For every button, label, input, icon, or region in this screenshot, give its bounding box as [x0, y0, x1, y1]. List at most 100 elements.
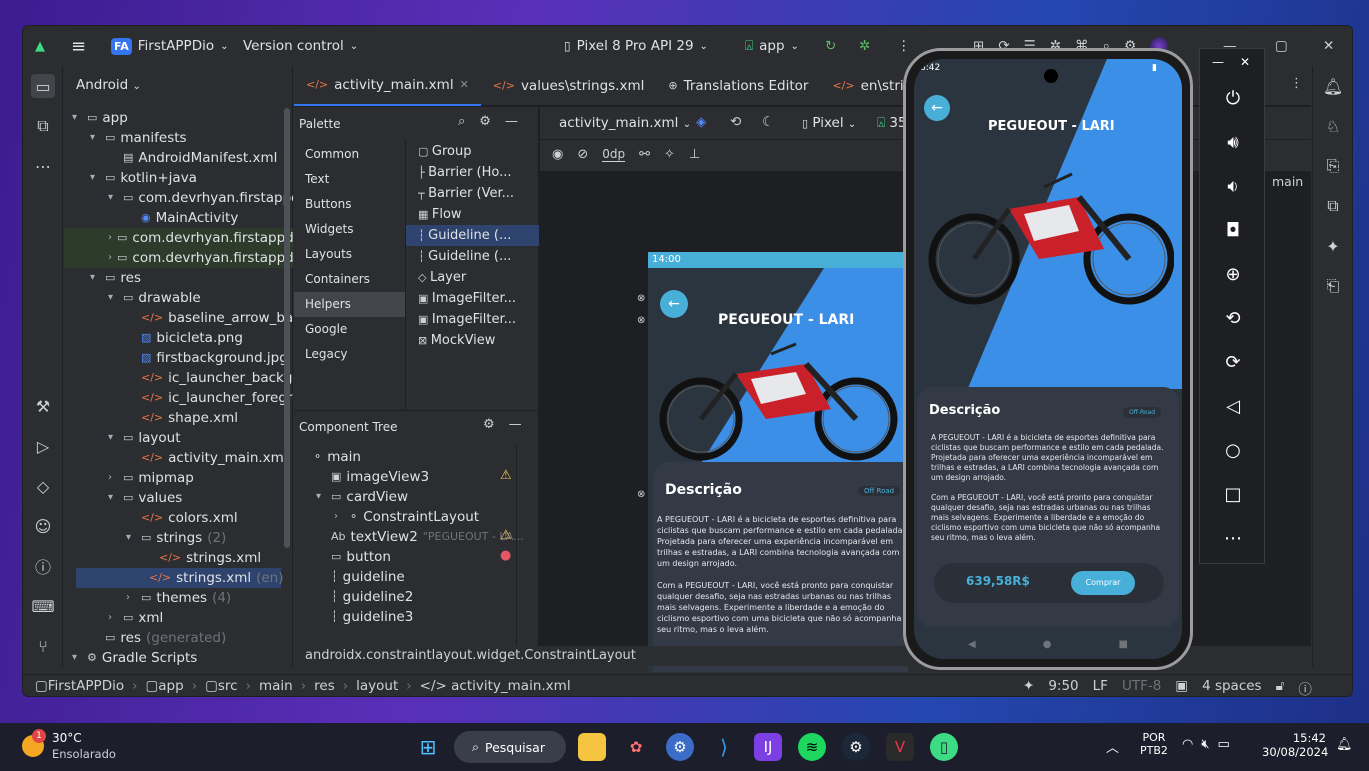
tree-item[interactable]: › ▭ xml — [108, 608, 163, 628]
run-config-selector[interactable]: ⍓ app ⌄ — [745, 26, 799, 66]
rotate-left-icon[interactable]: ⟲ — [1200, 303, 1266, 333]
component-tree-row[interactable]: ▣ imageView3 — [316, 467, 429, 487]
palette-category[interactable]: Helpers — [294, 292, 406, 317]
chevron-icon[interactable]: ▾ — [90, 128, 100, 148]
tree-item[interactable]: ▾ ▭ drawable — [108, 288, 201, 308]
search-icon[interactable]: ⌕ — [458, 114, 465, 129]
steam-icon[interactable]: ⚙ — [842, 733, 870, 761]
palette-item[interactable]: ▣ ImageFilter... — [406, 288, 539, 309]
input-language[interactable]: POR PTB2 — [1140, 731, 1168, 757]
device-selector[interactable]: ▯ Pixel 8 Pro API 29 ⌄ — [564, 26, 708, 66]
screenshot-icon[interactable]: ◘ — [1200, 215, 1266, 245]
terminal-icon[interactable]: ⌨ — [31, 594, 55, 618]
warning-icon[interactable]: ⚠ — [500, 528, 512, 543]
guidelines-icon[interactable]: ⊥ — [689, 147, 700, 162]
settings-icon[interactable]: ⚙ — [483, 417, 495, 432]
chevron-icon[interactable]: ▾ — [90, 268, 100, 288]
more-icon[interactable]: ⋯ — [1200, 523, 1266, 553]
project-selector[interactable]: FA FirstAPPDio ⌄ — [111, 26, 229, 66]
maximize-button[interactable]: ▢ — [1275, 26, 1288, 66]
project-folder-icon[interactable]: ▭ — [31, 74, 55, 98]
resource-manager-icon[interactable]: ⧉ — [31, 114, 55, 138]
palette-item[interactable]: ┬ Barrier (Ver... — [406, 183, 539, 204]
breadcrumb-item[interactable]: ▢app — [146, 678, 184, 694]
line-separator[interactable]: LF — [1093, 678, 1108, 696]
file-explorer-icon[interactable] — [578, 733, 606, 761]
tabs-more-icon[interactable]: ⋮ — [1290, 76, 1303, 91]
device-mirror-icon[interactable]: ⎗ — [1321, 274, 1345, 298]
ai-assistant-icon[interactable]: ✦ — [1023, 678, 1034, 696]
running-devices-icon[interactable]: ⧉ — [1321, 194, 1345, 218]
weather-temp[interactable]: 30°C — [52, 731, 82, 745]
tree-item[interactable]: ▾ ▭ layout — [108, 428, 181, 448]
tree-item[interactable]: ▾ ▭ kotlin+java — [90, 168, 197, 188]
tree-item[interactable]: </> baseline_arrow_back_ — [126, 308, 293, 328]
chevron-icon[interactable]: ▾ — [126, 528, 136, 548]
close-tab-icon[interactable]: ✕ — [460, 65, 469, 105]
view-options-icon[interactable]: ◉ — [552, 147, 563, 162]
device-file-icon[interactable]: ⎘ — [1321, 154, 1345, 178]
tree-item[interactable]: ▾ ▭ values — [108, 488, 182, 508]
notification-bell-icon[interactable]: 🔔︎ — [1336, 737, 1353, 752]
palette-item[interactable]: ┆ Guideline (... — [406, 225, 539, 246]
preview-back-button[interactable]: ← — [660, 290, 688, 318]
palette-category[interactable]: Legacy — [294, 342, 406, 367]
nav-back-icon[interactable]: ◀ — [968, 639, 976, 650]
chevron-icon[interactable]: › — [108, 228, 112, 248]
tab-2[interactable]: </> values\strings.xml — [481, 66, 657, 106]
chevron-icon[interactable]: ▾ — [108, 488, 118, 508]
indent-setting[interactable]: 4 spaces — [1202, 678, 1262, 696]
tree-item[interactable]: </> ic_launcher_foregrour — [126, 388, 293, 408]
more-actions-icon[interactable]: ⋮ — [897, 26, 911, 66]
spotify-icon[interactable]: ≋ — [798, 733, 826, 761]
error-icon[interactable]: ● — [500, 548, 511, 563]
tree-item[interactable]: ▨ firstbackground.jpg — [126, 348, 288, 368]
tree-item[interactable]: </> strings.xml — [144, 548, 261, 568]
settings-icon[interactable]: ⚙ — [479, 114, 491, 129]
tree-item[interactable]: </> activity_main.xml — [126, 448, 288, 468]
chevron-icon[interactable]: ▾ — [72, 648, 82, 666]
palette-item[interactable]: ◇ Layer — [406, 267, 539, 288]
jetbrains-icon[interactable]: IJ — [754, 733, 782, 761]
palette-category[interactable]: Widgets — [294, 217, 406, 242]
guideline-handle-icon[interactable]: ⊗ — [637, 315, 645, 326]
breadcrumb-item[interactable]: ▢src — [205, 678, 237, 694]
palette-category[interactable]: Containers — [294, 267, 406, 292]
overview-icon[interactable]: □ — [1200, 479, 1266, 509]
tab-1[interactable]: </> activity_main.xml ✕ — [294, 66, 481, 106]
system-tray[interactable]: ◠ 🔇︎ ▭ — [1182, 737, 1230, 752]
tree-item[interactable]: </> ic_launcher_backgrou — [126, 368, 293, 388]
chevron-icon[interactable]: ▾ — [72, 108, 82, 128]
breadcrumb-item[interactable]: ▢FirstAPPDio — [35, 678, 124, 694]
chevron-icon[interactable]: ▾ — [108, 288, 118, 308]
component-tree-row[interactable]: ┆ guideline — [316, 567, 405, 587]
nav-home-icon[interactable]: ● — [1043, 639, 1052, 650]
android-studio-taskbar-icon[interactable]: ⚙ — [666, 733, 694, 761]
guideline-handle-icon[interactable]: ⊗ — [637, 293, 645, 304]
tree-item[interactable]: </> colors.xml — [126, 508, 238, 528]
problems-icon[interactable]: ⓘ — [31, 554, 55, 578]
palette-item[interactable]: ┆ Guideline (... — [406, 246, 539, 267]
guideline-handle-icon[interactable]: ⊗ — [637, 489, 645, 500]
chevron-icon[interactable]: ▾ — [90, 168, 100, 188]
tree-item[interactable]: ▾ ⚙ Gradle Scripts — [72, 648, 197, 666]
tree-item[interactable]: ▾ ▭ app — [72, 108, 128, 128]
power-icon[interactable]: ⏻ — [1200, 83, 1266, 113]
tree-item[interactable]: › ▭ com.devrhyan.firstappdi — [64, 228, 293, 248]
tree-item[interactable]: › ▭ themes (4) — [126, 588, 231, 608]
chevron-icon[interactable]: ▾ — [316, 487, 326, 507]
infer-constraints-icon[interactable]: ✧ — [664, 147, 675, 162]
autoconnect-icon[interactable]: ⊘ — [577, 147, 588, 162]
tree-scrollbar[interactable] — [284, 108, 290, 548]
component-tree-row[interactable]: ⚬ main — [298, 447, 361, 467]
home-icon[interactable]: ○ — [1200, 435, 1266, 465]
tree-item[interactable]: › ▭ com.devrhyan.firstappdi — [64, 248, 293, 268]
chevron-icon[interactable]: › — [108, 468, 118, 488]
tree-item[interactable]: ▾ ▭ res — [90, 268, 141, 288]
chevron-icon[interactable]: › — [108, 248, 112, 268]
chevron-icon[interactable]: › — [126, 588, 136, 608]
build-icon[interactable]: ⚒ — [31, 394, 55, 418]
back-icon[interactable]: ◁ — [1200, 391, 1266, 421]
clock[interactable]: 15:42 30/08/2024 — [1262, 731, 1328, 759]
emulator-back-button[interactable]: ← — [924, 95, 950, 121]
